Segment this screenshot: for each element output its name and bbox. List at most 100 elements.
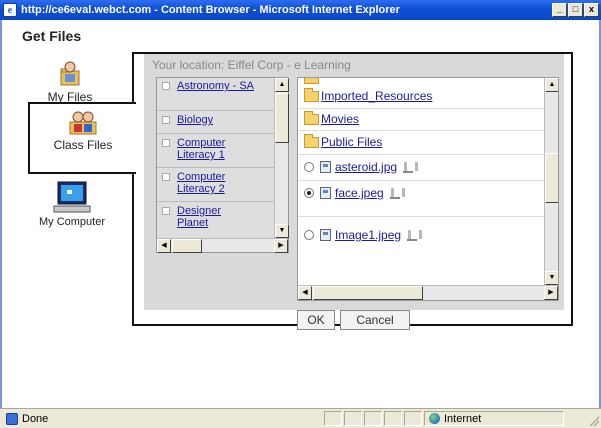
download-icon[interactable] — [407, 229, 423, 241]
folder-row[interactable]: Public Files — [298, 133, 544, 151]
window-controls: _ □ x — [552, 3, 599, 17]
file-radio[interactable] — [304, 162, 314, 172]
course-link[interactable]: Biology — [177, 114, 275, 126]
tree-horizontal-scrollbar[interactable]: ◀ ▶ — [157, 238, 288, 253]
divider — [157, 133, 275, 134]
page-done-icon — [6, 412, 18, 425]
divider — [157, 110, 275, 111]
course-link[interactable]: Computer Literacy 1 — [177, 137, 243, 161]
location-class-files[interactable]: Class Files — [28, 102, 136, 174]
scroll-right-icon[interactable]: ▶ — [544, 286, 558, 300]
divider — [157, 201, 275, 202]
globe-icon — [429, 413, 440, 424]
folder-icon — [304, 78, 319, 84]
scroll-up-icon[interactable]: ▲ — [545, 78, 558, 92]
files-horizontal-scrollbar[interactable]: ◀ ▶ — [298, 285, 558, 300]
ok-button[interactable]: OK — [297, 310, 335, 330]
status-pane — [404, 411, 422, 426]
status-pane — [344, 411, 362, 426]
status-text: Done — [22, 412, 49, 425]
course-item[interactable]: Computer Literacy 1 — [157, 137, 275, 161]
folder-link[interactable]: Movies — [321, 112, 359, 126]
scroll-thumb[interactable] — [275, 93, 289, 143]
course-item[interactable]: Designer Planet — [157, 205, 275, 229]
divider — [298, 154, 544, 155]
folder-icon — [304, 87, 319, 102]
current-location: Your location: Eiffel Corp - e Learning — [152, 58, 351, 72]
maximize-button[interactable]: □ — [568, 3, 583, 17]
content-browser-panel: Your location: Eiffel Corp - e Learning … — [132, 52, 573, 330]
scroll-thumb[interactable] — [313, 286, 423, 300]
cancel-button[interactable]: Cancel — [340, 310, 410, 330]
checkbox[interactable] — [162, 82, 170, 90]
folder-icon — [304, 133, 319, 148]
scroll-up-icon[interactable]: ▲ — [275, 78, 289, 92]
image-file-icon — [320, 161, 331, 173]
course-link[interactable]: Astronomy - SA — [177, 80, 275, 92]
page-content: Get Files My Files Class Files My Comput — [0, 20, 601, 408]
location-label: Class Files — [53, 138, 113, 152]
download-icon[interactable] — [389, 187, 405, 199]
checkbox[interactable] — [162, 173, 170, 181]
download-icon[interactable] — [403, 161, 419, 173]
folder-icon — [304, 110, 319, 125]
zone-label: Internet — [444, 412, 482, 425]
browser-inner: Your location: Eiffel Corp - e Learning … — [144, 54, 564, 330]
checkbox[interactable] — [162, 139, 170, 147]
checkbox[interactable] — [162, 207, 170, 215]
status-pane — [364, 411, 382, 426]
folder-link[interactable]: Imported_Resources — [321, 89, 432, 103]
folder-row[interactable]: Movies — [298, 110, 544, 128]
image-file-icon — [320, 229, 331, 241]
tree-vertical-scrollbar[interactable]: ▲ ▼ — [274, 78, 289, 238]
file-row[interactable]: asteroid.jpg — [298, 158, 544, 176]
file-link[interactable]: Image1.jpeg — [335, 228, 401, 242]
scroll-left-icon[interactable]: ◀ — [298, 286, 312, 300]
scroll-down-icon[interactable]: ▼ — [545, 271, 558, 285]
file-radio[interactable] — [304, 230, 314, 240]
divider — [298, 108, 544, 109]
folder-row[interactable]: Imported_Resources — [298, 87, 544, 105]
course-link[interactable]: Designer Planet — [177, 205, 243, 229]
course-link[interactable]: Computer Literacy 2 — [177, 171, 243, 195]
divider — [298, 180, 544, 181]
folder-link[interactable]: Public Files — [321, 135, 382, 149]
folder-row-partial — [298, 78, 544, 84]
scroll-thumb[interactable] — [545, 153, 558, 203]
class-files-icon — [69, 111, 97, 135]
divider — [157, 167, 275, 168]
divider — [298, 216, 544, 217]
location-label: My Computer — [38, 216, 106, 228]
scroll-thumb[interactable] — [172, 239, 202, 253]
course-list: Astronomy - SA Biology Computer Literacy… — [156, 77, 289, 253]
scroll-down-icon[interactable]: ▼ — [275, 224, 289, 238]
file-radio-selected[interactable] — [304, 188, 314, 198]
status-pane — [324, 411, 342, 426]
my-files-icon — [60, 61, 80, 86]
file-link[interactable]: face.jpeg — [335, 186, 384, 200]
window-title: http://ce6eval.webct.com - Content Brows… — [21, 4, 400, 16]
file-link[interactable]: asteroid.jpg — [335, 160, 397, 174]
page-title: Get Files — [22, 28, 82, 44]
checkbox[interactable] — [162, 116, 170, 124]
course-item[interactable]: Computer Literacy 2 — [157, 171, 275, 195]
resize-grip-icon[interactable] — [589, 416, 599, 426]
file-row[interactable]: face.jpeg — [298, 184, 544, 202]
close-button[interactable]: x — [584, 3, 599, 17]
status-pane — [384, 411, 402, 426]
scroll-left-icon[interactable]: ◀ — [157, 239, 171, 253]
location-my-computer[interactable]: My Computer — [16, 180, 128, 250]
security-zone: Internet — [424, 411, 564, 426]
course-item[interactable]: Biology — [157, 114, 275, 126]
files-vertical-scrollbar[interactable]: ▲ ▼ — [544, 78, 558, 285]
internet-explorer-icon: e — [3, 3, 17, 17]
divider — [298, 130, 544, 131]
course-item[interactable]: Astronomy - SA — [157, 80, 275, 92]
file-list: Imported_Resources Movies Public Files a… — [297, 77, 559, 301]
title-bar: e http://ce6eval.webct.com - Content Bro… — [0, 0, 601, 20]
scroll-right-icon[interactable]: ▶ — [274, 239, 288, 253]
file-row[interactable]: Image1.jpeg — [298, 226, 544, 244]
minimize-button[interactable]: _ — [552, 3, 567, 17]
status-bar: Done Internet — [0, 408, 601, 428]
my-computer-icon — [53, 181, 91, 213]
